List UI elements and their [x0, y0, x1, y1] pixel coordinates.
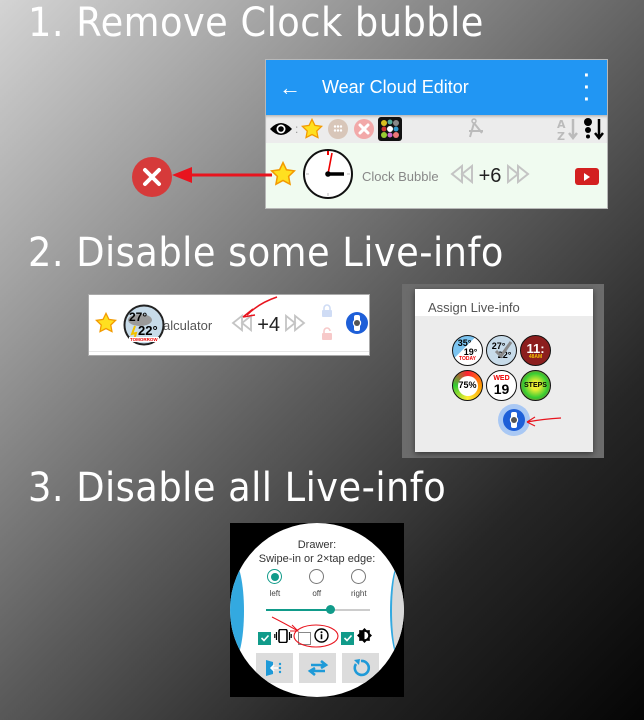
- slider-fill: [266, 609, 331, 611]
- lock-closed-icon[interactable]: [321, 304, 333, 323]
- drawer-radio-group: left off right: [230, 569, 404, 598]
- swap-icon: [307, 660, 328, 676]
- drawer-subtitle: Swipe-in or 2×tap edge:: [258, 553, 376, 565]
- weather-low: 22°: [138, 323, 158, 338]
- live-info-battery[interactable]: 75%: [452, 370, 483, 401]
- watch-face: Drawer: Swipe-in or 2×tap edge: left off…: [230, 523, 404, 697]
- weather-high: 27°: [129, 310, 148, 324]
- star-icon[interactable]: [299, 117, 325, 141]
- refresh-icon: [352, 659, 370, 677]
- annotation-circle: [271, 616, 339, 648]
- remove-icon: [132, 157, 172, 197]
- compass-icon[interactable]: [463, 117, 489, 141]
- editor-toolbar: : AZ: [266, 115, 607, 143]
- radio-button[interactable]: [267, 569, 283, 584]
- swap-button[interactable]: [299, 653, 336, 683]
- delete-icon[interactable]: [351, 117, 377, 141]
- sort-size-icon[interactable]: [581, 117, 607, 141]
- lock-controls: [321, 304, 333, 346]
- exit-button[interactable]: [256, 653, 293, 683]
- radio-left[interactable]: left: [267, 569, 283, 598]
- assign-live-info-dialog: Assign Live-info 35° 19° TODAY 27° 22° 1…: [415, 289, 593, 452]
- step2-heading: 2. Disable some Live-info: [28, 230, 504, 276]
- drawer-slider[interactable]: [266, 605, 370, 614]
- annotation-arrow-left: [172, 167, 272, 183]
- radio-right[interactable]: right: [351, 569, 367, 598]
- clock-bubble-row[interactable]: Clock Bubble +6: [266, 143, 607, 208]
- live-info-weather-today[interactable]: 35° 19° TODAY: [452, 335, 483, 366]
- radio-off[interactable]: off: [309, 569, 325, 598]
- play-icon: [584, 172, 590, 181]
- assign-live-info-screenshot: Assign Live-info 35° 19° TODAY 27° 22° 1…: [402, 284, 604, 458]
- weather-bubble: 27° 22° TOMORROW: [123, 304, 165, 346]
- step3-heading: 3. Disable all Live-info: [28, 465, 447, 511]
- watch-settings-screenshot: Drawer: Swipe-in or 2×tap edge: left off…: [230, 523, 404, 697]
- bubble-count: +6: [478, 165, 502, 187]
- live-info-time[interactable]: 11: 48AM: [520, 335, 551, 366]
- annotation-arrow: [526, 416, 562, 427]
- checkmark-icon: [494, 341, 513, 359]
- brightness-icon: [357, 628, 372, 648]
- eye-icon[interactable]: [268, 117, 294, 141]
- increase-arrow-icon[interactable]: [505, 163, 531, 189]
- increase-arrow-icon[interactable]: [283, 313, 307, 337]
- radio-button[interactable]: [351, 569, 367, 584]
- drawer-title: Drawer:: [297, 539, 337, 551]
- weather-caption: TOMORROW: [130, 337, 158, 342]
- live-info-date[interactable]: WED 19: [486, 370, 517, 401]
- brightness-checkbox[interactable]: [341, 631, 354, 645]
- live-info-steps[interactable]: STEPS: [520, 370, 551, 401]
- apps-icon[interactable]: [325, 117, 351, 141]
- lock-open-icon[interactable]: [321, 327, 333, 346]
- live-info-grid: 35° 19° TODAY 27° 22° 11: 48AM 75% WED 1…: [452, 335, 551, 401]
- clock-bubble-icon: [302, 148, 354, 205]
- radio-button[interactable]: [309, 569, 325, 584]
- svg-text:Z: Z: [557, 130, 565, 141]
- annotation-arrow: [242, 296, 278, 318]
- slider-knob[interactable]: [326, 605, 336, 614]
- overflow-menu-icon[interactable]: · · ·: [567, 66, 607, 110]
- back-arrow-icon[interactable]: ←: [266, 75, 314, 101]
- wear-cloud-editor-screenshot: ← Wear Cloud Editor · · · : AZ Clock Bub…: [265, 59, 608, 209]
- step1-heading: 1. Remove Clock bubble: [28, 0, 484, 46]
- watchface-grid-icon[interactable]: [377, 117, 403, 141]
- toolbar-separator: :: [295, 122, 299, 136]
- youtube-button[interactable]: [575, 168, 599, 185]
- watch-icon[interactable]: [345, 311, 369, 340]
- decrease-arrow-icon[interactable]: [449, 163, 475, 189]
- sort-az-icon[interactable]: AZ: [555, 117, 581, 141]
- reset-button[interactable]: [342, 653, 379, 683]
- favorite-star-icon[interactable]: [94, 311, 118, 339]
- app-bar: ← Wear Cloud Editor · · ·: [266, 60, 607, 115]
- app-title: Wear Cloud Editor: [322, 77, 469, 97]
- live-info-weather-tomorrow[interactable]: 27° 22°: [486, 335, 517, 366]
- exit-icon: [265, 660, 281, 676]
- favorite-star-icon[interactable]: [269, 160, 297, 192]
- action-buttons: [256, 653, 379, 683]
- bubble-name: Clock Bubble: [362, 169, 439, 184]
- calculator-row[interactable]: 27° 22° TOMORROW Calculator +4: [88, 294, 370, 356]
- dialog-title: Assign Live-info: [415, 289, 593, 316]
